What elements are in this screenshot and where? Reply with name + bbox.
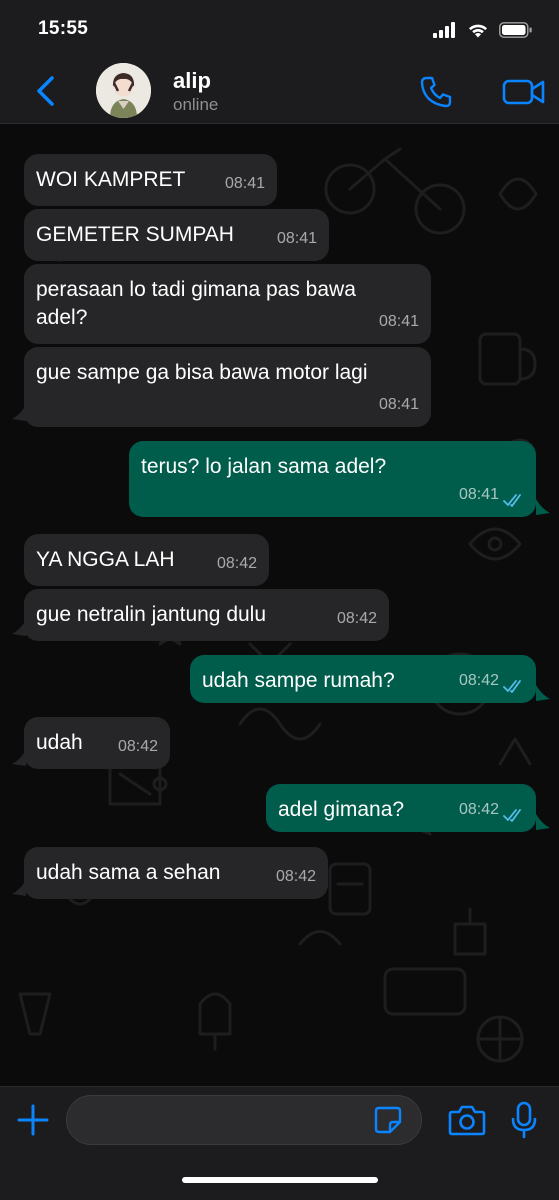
message-bubble-incoming[interactable]: gue netralin jantung dulu 08:42 [24,589,389,641]
attach-button[interactable] [16,1103,50,1137]
phone-icon [420,76,452,108]
bubble-tail [12,620,26,636]
read-ticks-icon [503,494,521,507]
sticker-button[interactable] [373,1105,403,1135]
status-bar: 15:55 [0,0,559,58]
message-bubble-incoming[interactable]: gue sampe ga bisa bawa motor lagi 08:41 [24,347,431,427]
message-time: 08:42 [117,738,158,755]
message-time: 08:41 [224,175,265,192]
message-time: 08:41 [458,486,499,503]
camera-button[interactable] [448,1103,486,1137]
message-text: adel gimana? [278,798,405,821]
bubble-tail [536,499,550,515]
message-text: perasaan lo tadi gimana pas bawa adel? [36,278,356,329]
message-bubble-outgoing[interactable]: terus? lo jalan sama adel? 08:41 [129,441,536,517]
microphone-icon [511,1101,537,1139]
back-button[interactable] [30,72,64,110]
message-input[interactable] [66,1095,422,1145]
back-chevron-icon [37,76,54,106]
contact-avatar[interactable] [96,63,151,118]
message-text: udah sama a sehan [36,861,221,884]
cellular-signal-icon [433,22,455,38]
bubble-tail [536,685,550,701]
message-text: terus? lo jalan sama adel? [141,455,387,478]
message-bubble-incoming[interactable]: GEMETER SUMPAH 08:41 [24,209,329,261]
message-time: 08:41 [378,396,419,413]
video-call-button[interactable] [502,74,546,110]
message-time: 08:41 [276,230,317,247]
read-ticks-icon [503,680,521,693]
camera-icon [448,1105,486,1136]
battery-icon [499,22,532,38]
message-text: gue sampe ga bisa bawa motor lagi [36,361,368,384]
message-time: 08:42 [216,555,257,572]
message-bubble-incoming[interactable]: WOI KAMPRET 08:41 [24,154,277,206]
message-bubble-incoming[interactable]: udah 08:42 [24,717,170,769]
message-bubble-outgoing[interactable]: udah sampe rumah? 08:42 [190,655,536,703]
bubble-tail [536,814,550,830]
chat-header: alip online [0,58,559,124]
message-text: gue netralin jantung dulu [36,603,267,626]
status-icons [433,20,533,40]
contact-status: online [173,95,219,114]
bubble-tail [12,405,26,421]
plus-icon [17,1104,49,1136]
status-time: 15:55 [38,18,89,39]
bubble-tail [12,750,26,766]
message-bubble-incoming[interactable]: perasaan lo tadi gimana pas bawa adel? 0… [24,264,431,344]
read-ticks-icon [503,809,521,822]
message-time: 08:42 [275,868,316,885]
message-time: 08:41 [378,313,419,330]
chat-messages[interactable]: WOI KAMPRET 08:41 GEMETER SUMPAH 08:41 p… [0,124,559,1086]
whatsapp-chat-screen: 15:55 alip online WOI KAMPRET 08:41 GEME… [0,0,559,1200]
voice-call-button[interactable] [418,74,454,110]
sticker-icon [374,1106,402,1134]
message-bubble-incoming[interactable]: udah sama a sehan 08:42 [24,847,328,899]
bubble-tail [12,880,26,896]
message-time: 08:42 [336,610,377,627]
message-text: udah [36,731,83,754]
avatar-image [96,63,151,118]
message-time: 08:42 [458,801,499,818]
video-camera-icon [502,79,545,105]
message-bubble-outgoing[interactable]: adel gimana? 08:42 [266,784,536,832]
voice-message-button[interactable] [510,1101,538,1139]
message-text: udah sampe rumah? [202,669,395,692]
message-text: YA NGGA LAH [36,548,175,571]
message-bubble-incoming[interactable]: YA NGGA LAH 08:42 [24,534,269,586]
message-text: GEMETER SUMPAH [36,223,234,246]
contact-name[interactable]: alip [173,68,211,94]
message-time: 08:42 [458,672,499,689]
wifi-icon [469,24,487,38]
home-indicator[interactable] [182,1177,378,1183]
message-text: WOI KAMPRET [36,168,186,191]
